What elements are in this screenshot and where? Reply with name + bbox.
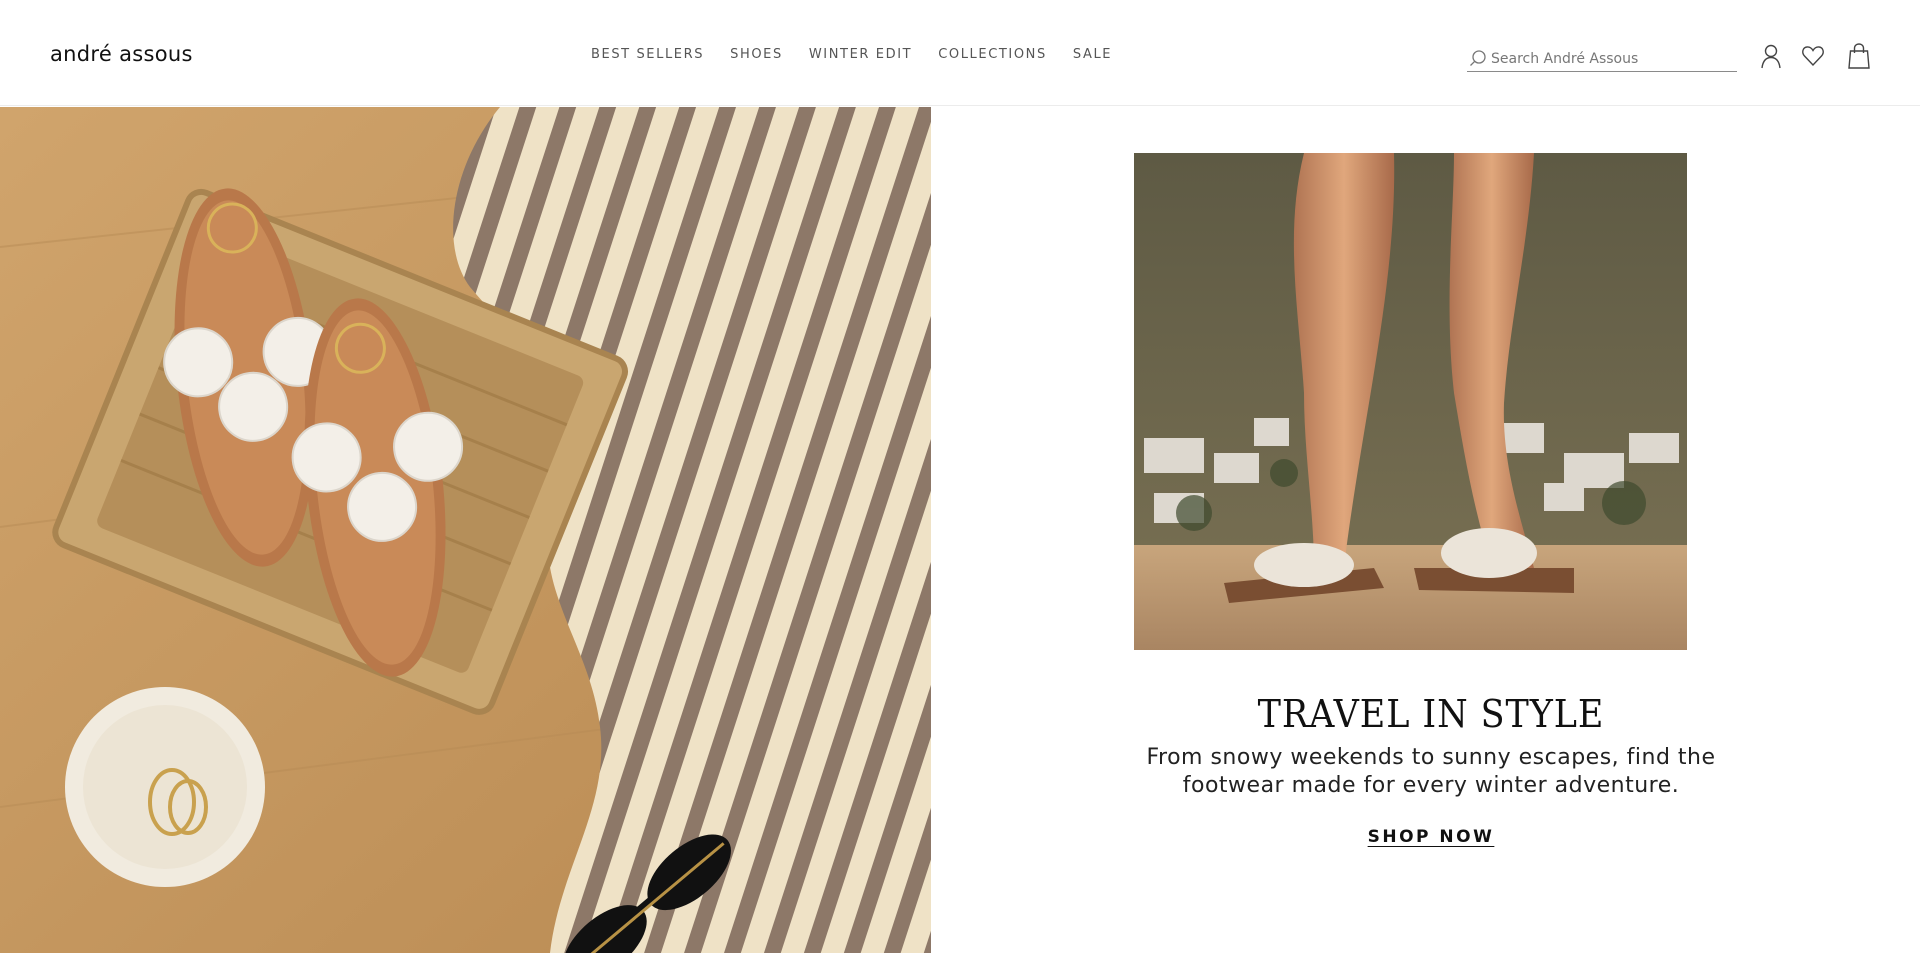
nav-collections[interactable]: COLLECTIONS [938,47,1047,62]
flatlay-illustration [0,107,931,953]
hero-product-photo [1134,153,1687,650]
hero-subtext-line-1: From snowy weekends to sunny escapes, fi… [1146,745,1716,770]
nav-winter-edit[interactable]: WINTER EDIT [809,47,912,62]
search-bar [1467,47,1737,72]
hero-subtext: From snowy weekends to sunny escapes, fi… [1111,744,1751,800]
legs-sandals-illustration [1134,153,1687,650]
wishlist-heart-icon[interactable] [1800,42,1826,70]
shopping-bag-icon[interactable] [1846,42,1872,70]
hero-lifestyle-image [0,107,931,953]
search-icon[interactable] [1468,49,1488,69]
search-input[interactable] [1491,51,1721,67]
hero-subtext-line-2: footwear made for every winter adventure… [1182,773,1680,798]
nav-best-sellers[interactable]: BEST SELLERS [591,47,704,62]
brand-logo[interactable]: andré assous [50,42,193,66]
site-header: andré assous BEST SELLERS SHOES WINTER E… [0,0,1920,106]
shop-now-link[interactable]: SHOP NOW [1368,827,1495,847]
hero-promo-panel: TRAVEL IN STYLE From snowy weekends to s… [931,107,1920,953]
nav-sale[interactable]: SALE [1073,47,1112,62]
shop-now-cta: SHOP NOW [931,827,1920,847]
hero-headline: TRAVEL IN STYLE [1257,692,1605,736]
account-icon[interactable] [1758,42,1784,70]
nav-shoes[interactable]: SHOES [730,47,783,62]
main-nav: BEST SELLERS SHOES WINTER EDIT COLLECTIO… [591,47,1112,62]
